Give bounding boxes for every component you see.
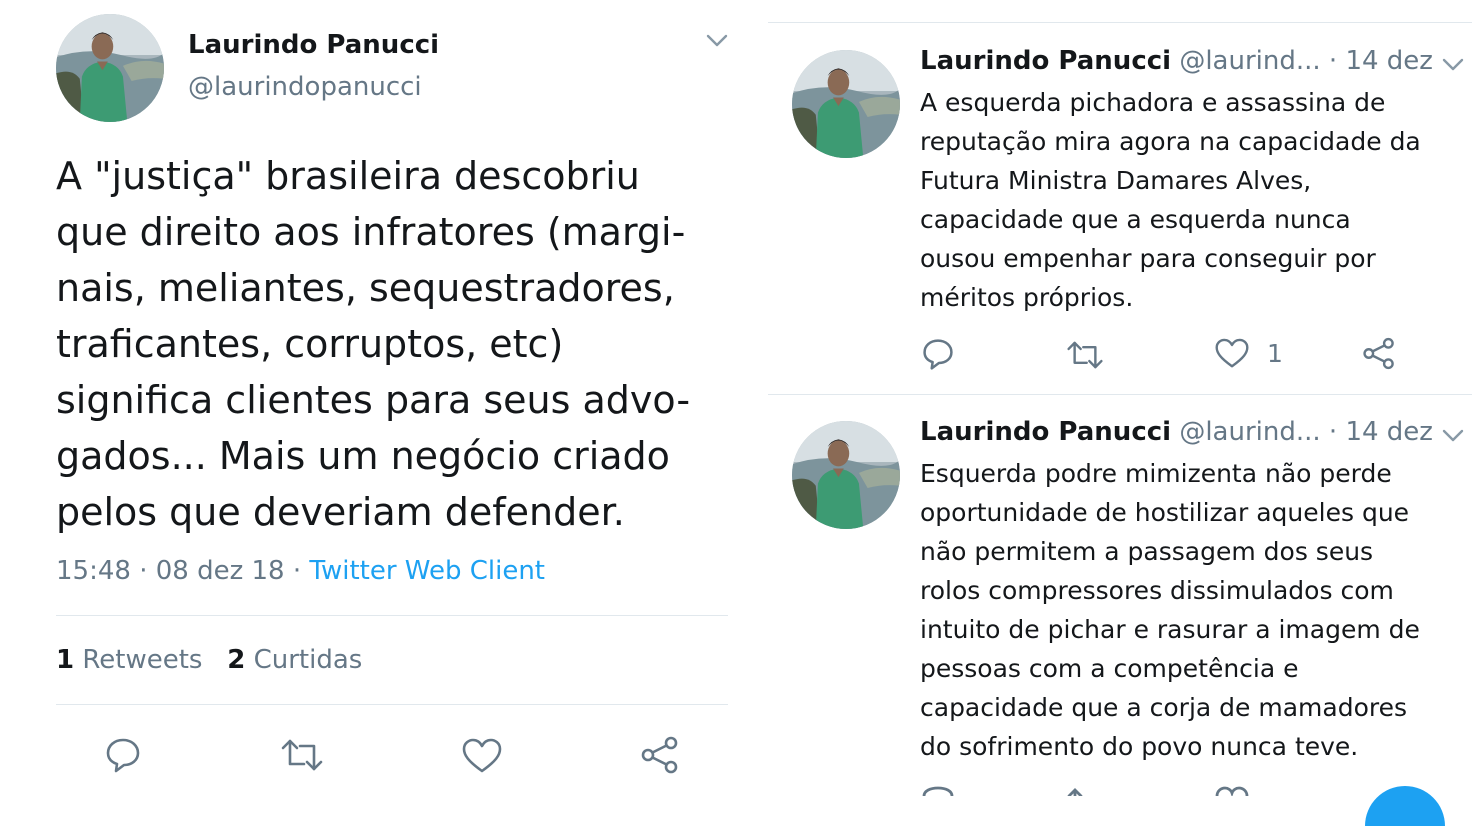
likes-count: 2 xyxy=(227,645,246,675)
tweet-text: A "justiça" brasileira descobriu que dir… xyxy=(56,154,691,534)
chevron-down-icon[interactable] xyxy=(1442,429,1464,443)
author-name[interactable]: Laurindo Panucci xyxy=(188,30,439,60)
reply-date[interactable]: · 14 dez xyxy=(1329,46,1433,76)
retweets-label: Retweets xyxy=(82,645,203,675)
heart-icon xyxy=(1215,786,1249,796)
avatar[interactable] xyxy=(792,50,900,158)
author-name[interactable]: Laurindo Panucci xyxy=(920,46,1171,76)
retweet-button[interactable] xyxy=(1066,340,1104,370)
share-button[interactable] xyxy=(640,736,680,774)
reply-button[interactable] xyxy=(921,786,955,796)
reply-icon xyxy=(922,786,954,796)
share-icon xyxy=(1363,337,1394,370)
retweet-button[interactable] xyxy=(280,738,324,772)
share-icon xyxy=(641,736,678,774)
like-button[interactable]: 1 xyxy=(1215,338,1283,369)
reply-text: A esquerda pichadora e assassina de repu… xyxy=(920,88,1421,312)
retweet-icon xyxy=(1067,341,1103,369)
author-handle[interactable]: @laurindopanucci xyxy=(188,72,422,102)
reply-text: Esquerda podre mimizenta não perde oport… xyxy=(920,459,1420,761)
avatar[interactable] xyxy=(56,14,164,122)
avatar[interactable] xyxy=(792,421,900,529)
tweet-source-link[interactable]: Twitter Web Client xyxy=(309,556,545,586)
divider xyxy=(56,704,728,705)
tweet-time: 15:48 · 08 dez 18 · xyxy=(56,556,310,586)
share-button[interactable] xyxy=(1362,337,1396,370)
likes-stat[interactable]: 2 Curtidas xyxy=(227,645,362,675)
likes-label: Curtidas xyxy=(253,645,363,675)
reply-header: Laurindo Panucci @laurind... · 14 dez xyxy=(920,417,1433,447)
tweet-meta: 15:48 · 08 dez 18 · Twitter Web Client xyxy=(56,556,545,586)
retweet-icon xyxy=(281,739,323,771)
reply-button[interactable] xyxy=(104,736,142,774)
retweets-stat[interactable]: 1 Retweets xyxy=(56,645,202,675)
divider xyxy=(768,22,1472,23)
author-handle[interactable]: @laurind... xyxy=(1179,46,1320,76)
like-button[interactable] xyxy=(1215,786,1249,796)
compose-fab-button[interactable] xyxy=(1365,786,1445,826)
like-count: 1 xyxy=(1267,339,1283,368)
reply-button[interactable] xyxy=(921,337,955,371)
chevron-down-icon[interactable] xyxy=(1442,58,1464,72)
author-name[interactable]: Laurindo Panucci xyxy=(920,417,1171,447)
reply-icon xyxy=(106,738,140,773)
heart-icon xyxy=(1215,338,1249,368)
reply-date[interactable]: · 14 dez xyxy=(1329,417,1433,447)
like-button[interactable] xyxy=(462,738,502,774)
divider xyxy=(56,615,728,616)
divider xyxy=(768,394,1472,395)
reply-icon xyxy=(923,339,953,370)
retweets-count: 1 xyxy=(56,645,75,675)
tweet-stats: 1 Retweets 2 Curtidas xyxy=(56,645,362,675)
chevron-down-icon[interactable] xyxy=(706,34,728,48)
author-handle[interactable]: @laurind... xyxy=(1179,417,1320,447)
heart-icon xyxy=(462,738,502,773)
retweet-button[interactable] xyxy=(1066,788,1104,796)
reply-header: Laurindo Panucci @laurind... · 14 dez xyxy=(920,46,1433,76)
retweet-icon xyxy=(1067,788,1083,796)
